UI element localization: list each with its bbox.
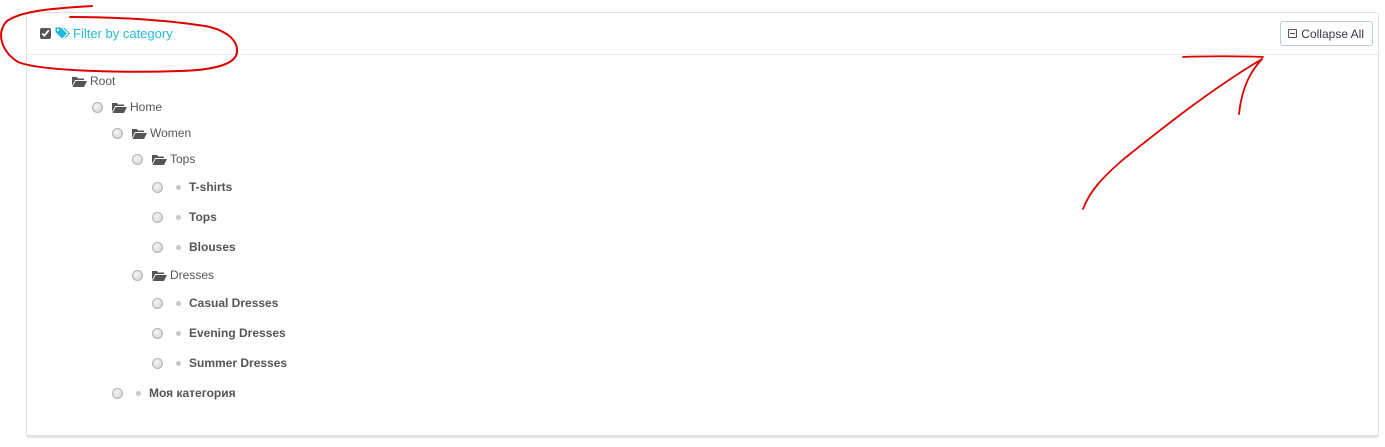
- tree-label-women: Women: [150, 126, 192, 140]
- tree-leaf[interactable]: Blouses: [152, 238, 236, 256]
- tags-icon: [55, 27, 70, 38]
- filter-by-category-toggle[interactable]: Filter by category: [40, 25, 173, 41]
- tree-label-custom: Моя категория: [149, 386, 236, 400]
- tree-label-leaf: Summer Dresses: [189, 356, 288, 370]
- tree-leaf[interactable]: Summer Dresses: [152, 354, 287, 372]
- collapse-all-button[interactable]: Collapse All: [1280, 21, 1373, 46]
- leaf-bullet-icon: [176, 214, 181, 220]
- collapse-minus-icon: [1288, 29, 1298, 38]
- category-radio[interactable]: [152, 327, 163, 339]
- folder-open-icon: [132, 128, 147, 139]
- filter-by-category-label: Filter by category: [73, 25, 173, 41]
- folder-open-icon: [152, 154, 167, 165]
- tree-leaf[interactable]: Evening Dresses: [152, 324, 286, 342]
- folder-open-icon: [112, 102, 127, 113]
- category-radio[interactable]: [112, 127, 123, 139]
- category-radio[interactable]: [152, 181, 163, 193]
- tree-label-leaf: Evening Dresses: [189, 326, 286, 340]
- tree-label-leaf: Blouses: [189, 240, 236, 254]
- tree-label-leaf: Tops: [189, 210, 217, 224]
- tree-label-root: Root: [90, 74, 116, 88]
- category-radio[interactable]: [92, 101, 103, 113]
- leaf-bullet-icon: [176, 300, 181, 306]
- leaf-bullet-icon: [176, 244, 181, 250]
- category-radio[interactable]: [152, 241, 163, 253]
- panel-heading: Filter by category Collapse All: [27, 13, 1378, 55]
- tree-node-home[interactable]: Home: [92, 98, 162, 116]
- category-radio[interactable]: [152, 357, 163, 369]
- tree-node-root[interactable]: Root: [72, 72, 115, 90]
- category-radio[interactable]: [132, 153, 143, 165]
- leaf-bullet-icon: [136, 390, 141, 396]
- tree-leaf-custom[interactable]: Моя категория: [112, 384, 236, 402]
- collapse-all-label: Collapse All: [1301, 26, 1364, 41]
- tree-node-tops-folder[interactable]: Tops: [132, 150, 195, 168]
- tree-node-dresses[interactable]: Dresses: [132, 266, 214, 284]
- category-filter-panel: Filter by category Collapse All: [26, 12, 1379, 438]
- tree-node-women[interactable]: Women: [112, 124, 191, 142]
- category-radio[interactable]: [152, 297, 163, 309]
- tree-label-leaf: T-shirts: [189, 180, 233, 194]
- tree-leaf[interactable]: Casual Dresses: [152, 294, 278, 312]
- folder-open-icon: [152, 270, 167, 281]
- folder-open-icon: [72, 76, 87, 87]
- tree-leaf[interactable]: Tops: [152, 208, 217, 226]
- filter-by-category-checkbox[interactable]: [40, 27, 51, 39]
- leaf-bullet-icon: [176, 184, 181, 190]
- category-radio[interactable]: [152, 211, 163, 223]
- category-radio[interactable]: [112, 387, 123, 399]
- leaf-bullet-icon: [176, 330, 181, 336]
- tree-label-dresses: Dresses: [170, 268, 215, 282]
- tree-label-home: Home: [130, 100, 163, 114]
- leaf-bullet-icon: [176, 360, 181, 366]
- tree-leaf[interactable]: T-shirts: [152, 178, 232, 196]
- tree-label-leaf: Casual Dresses: [189, 296, 279, 310]
- tree-label-tops-folder: Tops: [170, 152, 196, 166]
- category-radio[interactable]: [132, 269, 143, 281]
